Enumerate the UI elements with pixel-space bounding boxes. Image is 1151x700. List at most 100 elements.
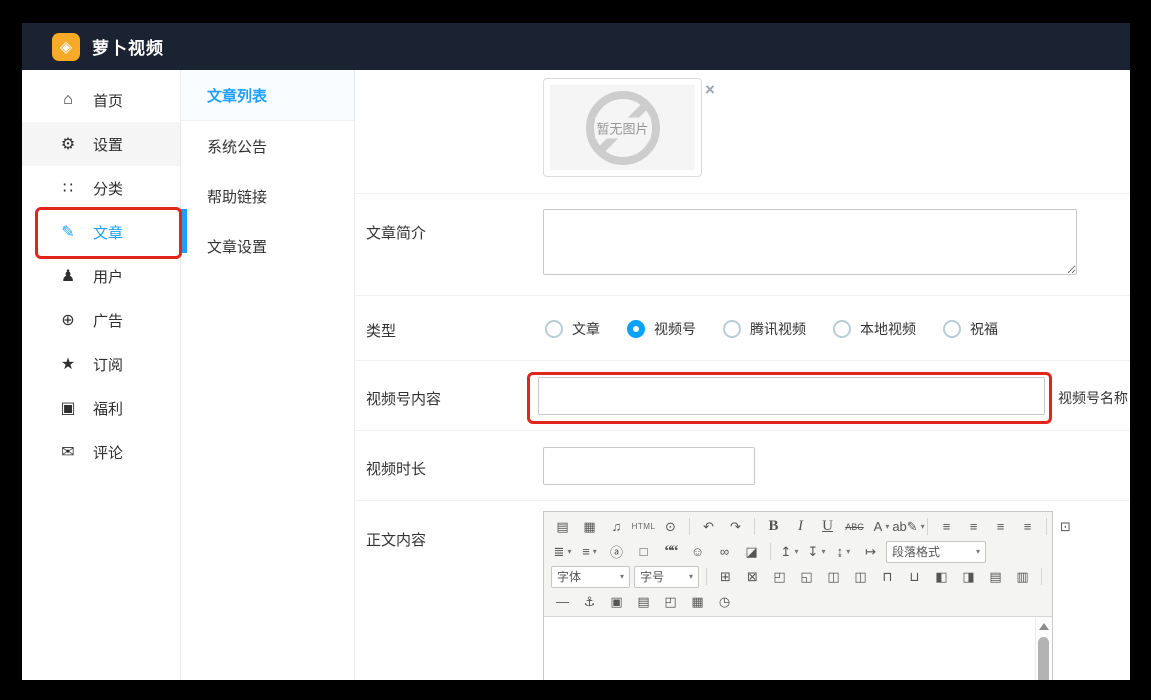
- subnav-article-list[interactable]: 文章列表: [181, 70, 354, 121]
- fullscreen-icon[interactable]: ⊡▾: [1053, 515, 1078, 538]
- italic-icon[interactable]: I▾: [788, 515, 813, 538]
- radio-video-channel[interactable]: 视频号: [627, 319, 696, 339]
- remove-cover-button[interactable]: ×: [705, 81, 715, 98]
- video-channel-label: 视频号内容: [366, 391, 442, 408]
- unordered-list-icon[interactable]: ≡ ▾: [577, 540, 602, 563]
- preview-icon[interactable]: ⊙▾: [658, 515, 683, 538]
- insert-video-icon[interactable]: ▦▾: [577, 515, 602, 538]
- emoticon-icon[interactable]: ☺▾: [685, 540, 710, 563]
- sidebar-item-ads[interactable]: ⊕ 广告: [22, 298, 180, 342]
- sidebar-item-label: 福利: [93, 400, 124, 418]
- image-map-icon[interactable]: ▣▾: [604, 590, 629, 613]
- text-indent-icon[interactable]: ↦▾: [858, 540, 883, 563]
- duration-input[interactable]: [543, 447, 755, 485]
- horizontal-rule-icon[interactable]: —▾: [550, 590, 575, 613]
- link-icon[interactable]: ∞▾: [712, 540, 737, 563]
- scroll-up-arrow-icon[interactable]: [1039, 623, 1049, 630]
- paragraph-format-select[interactable]: 段落格式 ▾: [886, 540, 986, 563]
- sidebar-item-categories[interactable]: ∷ 分类: [22, 166, 180, 210]
- merge-cells-icon[interactable]: ◫▾: [821, 565, 846, 588]
- bold-icon[interactable]: B▾: [761, 515, 786, 538]
- comment-icon: ✉: [61, 444, 75, 461]
- delete-row-icon[interactable]: ▤▾: [983, 565, 1008, 588]
- gear-icon: ⚙: [60, 136, 76, 153]
- screenshot-frame: ◈ 萝卜视频 ⌂ 首页 ⚙ 设置 ∷ 分类 ✎ 文章 ♟ 用户 ⊕ 广告 ★ 订…: [0, 0, 1151, 700]
- align-right-icon[interactable]: ≡▾: [988, 515, 1013, 538]
- split-cells-icon[interactable]: ◫▾: [848, 565, 873, 588]
- justify-icon[interactable]: ≡▾: [1015, 515, 1040, 538]
- video-channel-input[interactable]: [538, 377, 1045, 415]
- align-center-icon[interactable]: ≡▾: [961, 515, 986, 538]
- scrollbar-thumb[interactable]: [1038, 637, 1049, 680]
- line-height-icon[interactable]: ↨ ▾: [831, 540, 856, 563]
- sidebar-item-comments[interactable]: ✉ 评论: [22, 430, 180, 474]
- ordered-list-icon[interactable]: ≣ ▾: [550, 540, 575, 563]
- subnav-article-settings[interactable]: 文章设置: [181, 221, 354, 271]
- duration-label: 视频时长: [366, 461, 427, 478]
- radio-article[interactable]: 文章: [545, 319, 600, 339]
- insert-time-icon[interactable]: ◷▾: [712, 590, 737, 613]
- sidebar-item-home[interactable]: ⌂ 首页: [22, 78, 180, 122]
- insert-music-icon[interactable]: ♫▾: [604, 515, 629, 538]
- sidebar-item-benefits[interactable]: ▣ 福利: [22, 386, 180, 430]
- cover-image-thumbnail[interactable]: 暂无图片: [543, 78, 702, 177]
- radio-label: 腾讯视频: [750, 320, 806, 337]
- insert-col-left-icon[interactable]: ◧▾: [929, 565, 954, 588]
- insert-image-icon[interactable]: ▤▾: [550, 515, 575, 538]
- undo-icon[interactable]: ↶▾: [696, 515, 721, 538]
- home-icon: ⌂: [63, 91, 73, 108]
- align-left-icon[interactable]: ≡▾: [934, 515, 959, 538]
- insert-date-icon[interactable]: ▦▾: [685, 590, 710, 613]
- app-logo[interactable]: ◈: [52, 32, 80, 61]
- star-icon: ★: [60, 356, 76, 373]
- intro-label: 文章简介: [366, 225, 427, 242]
- print-icon[interactable]: ▤▾: [631, 590, 656, 613]
- underline-icon[interactable]: U▾: [815, 515, 840, 538]
- editor-scrollbar[interactable]: [1035, 617, 1052, 680]
- intro-textarea[interactable]: [543, 209, 1077, 275]
- insert-table-icon[interactable]: ⊞▾: [713, 565, 738, 588]
- insert-row-above-icon[interactable]: ⊓▾: [875, 565, 900, 588]
- sidebar-item-subscriptions[interactable]: ★ 订阅: [22, 342, 180, 386]
- sidebar-item-label: 文章: [93, 224, 124, 242]
- editor-content-area[interactable]: [544, 617, 1052, 680]
- delete-col-icon[interactable]: ▥▾: [1010, 565, 1035, 588]
- primary-sidebar: ⌂ 首页 ⚙ 设置 ∷ 分类 ✎ 文章 ♟ 用户 ⊕ 广告 ★ 订阅 ▣ 福利 …: [22, 70, 181, 680]
- subnav-system-announcement[interactable]: 系统公告: [181, 121, 354, 171]
- radio-local-video[interactable]: 本地视频: [833, 319, 916, 339]
- remove-format-icon[interactable]: ◪▾: [739, 540, 764, 563]
- margin-top-icon[interactable]: ↥ ▾: [777, 540, 802, 563]
- insert-row-below-icon[interactable]: ⊔▾: [902, 565, 927, 588]
- rich-text-editor: ▤▾▦▾♫▾HTML▾⊙▾↶▾↷▾B▾I▾U▾ABC▾A▾ab✎▾≡▾≡▾≡▾≡…: [543, 511, 1071, 680]
- anchor-text-icon[interactable]: ⓐ▾: [604, 540, 629, 563]
- font-size-select[interactable]: 字号 ▾: [634, 565, 699, 588]
- sidebar-item-articles[interactable]: ✎ 文章: [22, 210, 180, 254]
- strikethrough-icon[interactable]: ABC▾: [842, 515, 867, 538]
- video-channel-suffix-label: 视频号名称: [1058, 390, 1128, 406]
- font-color-icon[interactable]: A ▾: [869, 515, 894, 538]
- duration-row: 视频时长: [355, 430, 1130, 500]
- anchor-icon[interactable]: ⚓▾: [577, 590, 602, 613]
- edit-icon: ✎: [61, 224, 75, 241]
- subnav-item-label: 文章设置: [207, 238, 268, 256]
- radio-tencent-video[interactable]: 腾讯视频: [723, 319, 806, 339]
- redo-icon[interactable]: ↷▾: [723, 515, 748, 538]
- highlight-color-icon[interactable]: ab✎ ▾: [892, 515, 924, 538]
- blockquote-icon[interactable]: ““▾: [658, 540, 683, 563]
- delete-table-icon[interactable]: ⊠▾: [740, 565, 765, 588]
- sidebar-item-settings[interactable]: ⚙ 设置: [22, 122, 180, 166]
- font-family-select[interactable]: 字体 ▾: [551, 565, 631, 588]
- cell-props-icon[interactable]: ◱▾: [794, 565, 819, 588]
- table-props-icon[interactable]: ◰▾: [767, 565, 792, 588]
- content-row: 正文内容 ▤▾▦▾♫▾HTML▾⊙▾↶▾↷▾B▾I▾U▾ABC▾A▾ab✎▾≡▾…: [355, 500, 1130, 680]
- margin-bottom-icon[interactable]: ↧ ▾: [804, 540, 829, 563]
- html-source-icon[interactable]: HTML▾: [631, 515, 656, 538]
- radio-label: 视频号: [654, 320, 696, 337]
- paste-icon[interactable]: ◰▾: [658, 590, 683, 613]
- sidebar-item-label: 订阅: [93, 356, 124, 374]
- new-document-icon[interactable]: □▾: [631, 540, 656, 563]
- subnav-help-links[interactable]: 帮助链接: [181, 171, 354, 221]
- insert-col-right-icon[interactable]: ◨▾: [956, 565, 981, 588]
- sidebar-item-users[interactable]: ♟ 用户: [22, 254, 180, 298]
- radio-blessing[interactable]: 祝福: [943, 319, 998, 339]
